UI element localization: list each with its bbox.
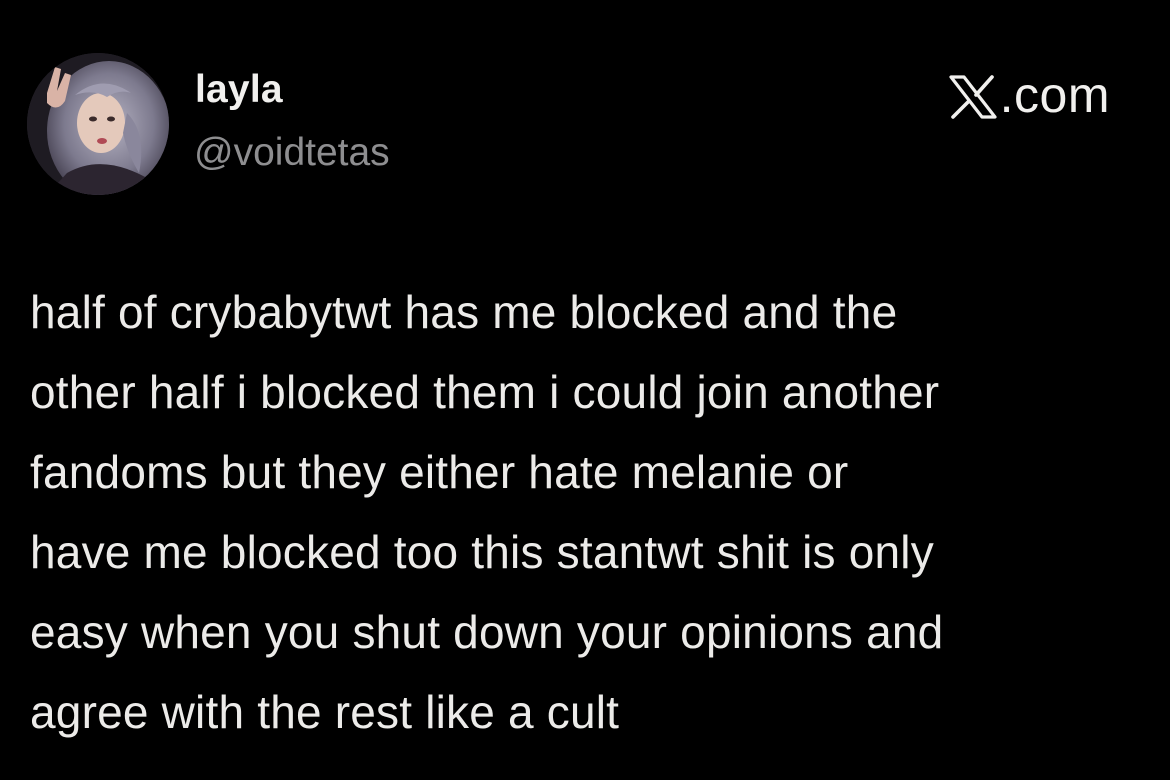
tweet-line: easy when you shut down your opinions an… [30, 606, 944, 658]
user-handle[interactable]: @voidtetas [194, 131, 390, 175]
tweet-line: agree with the rest like a cult [30, 686, 620, 738]
avatar[interactable] [27, 53, 169, 195]
x-logo-icon [948, 73, 998, 119]
source-label: .com [948, 66, 1110, 124]
tweet-text: half of crybabytwt has me blocked and th… [30, 272, 1155, 752]
tweet-line: half of crybabytwt has me blocked and th… [30, 286, 898, 338]
tweet-line: fandoms but they either hate melanie or [30, 446, 849, 498]
display-name[interactable]: layla [195, 68, 283, 112]
source-domain-suffix: .com [999, 67, 1110, 123]
tweet-line: other half i blocked them i could join a… [30, 366, 940, 418]
tweet-line: have me blocked too this stantwt shit is… [30, 526, 934, 578]
